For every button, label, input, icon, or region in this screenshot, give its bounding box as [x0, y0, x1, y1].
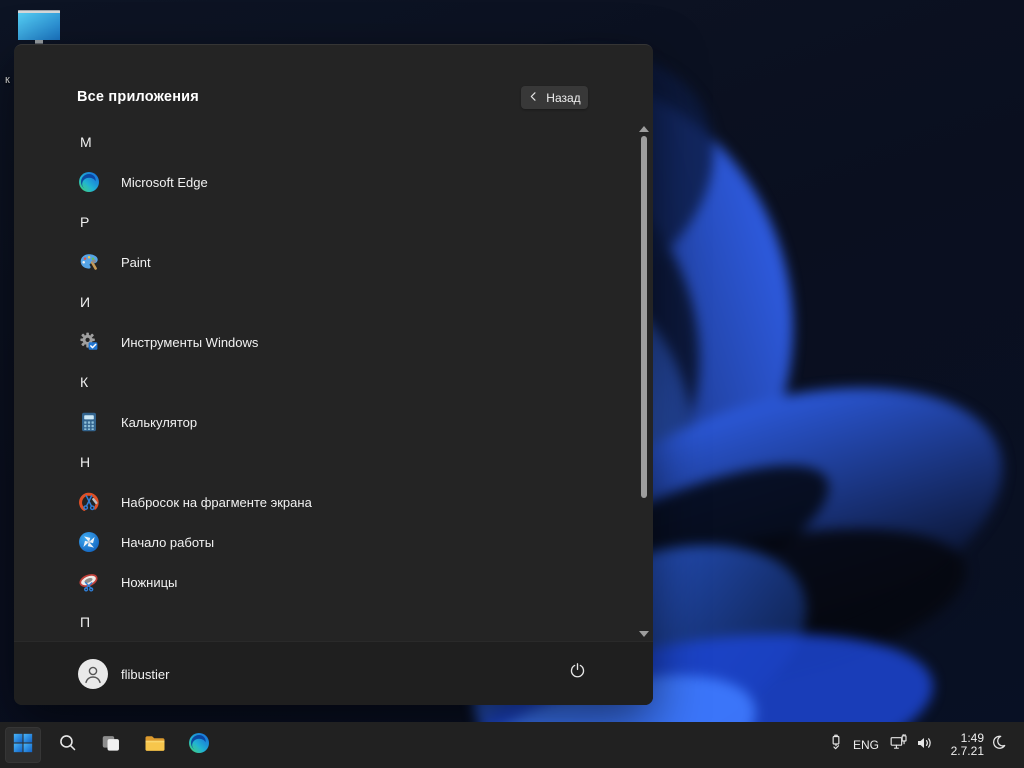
- section-letter[interactable]: И: [14, 282, 628, 322]
- all-apps-title: Все приложения: [77, 89, 199, 105]
- search-button[interactable]: [49, 727, 85, 763]
- section-letter-label: К: [80, 374, 89, 390]
- volume-icon: [915, 733, 935, 758]
- section-letter[interactable]: Р: [14, 202, 628, 242]
- snip-sketch-icon: [77, 490, 101, 514]
- start-menu-footer: flibustier: [14, 641, 653, 705]
- paint-icon: [77, 250, 101, 274]
- volume-tray-button[interactable]: [913, 722, 937, 768]
- usb-device-icon: [826, 733, 846, 758]
- windows-tools-icon: [77, 330, 101, 354]
- power-icon: [568, 661, 587, 685]
- section-letter-label: Н: [80, 454, 91, 470]
- clock[interactable]: 1:49 2.7.21: [938, 722, 984, 768]
- network-icon: [889, 733, 909, 758]
- search-icon: [57, 732, 78, 758]
- this-pc-icon: [17, 9, 61, 45]
- user-account-button[interactable]: flibustier: [78, 659, 169, 689]
- task-view-icon: [100, 732, 122, 759]
- app-item[interactable]: Калькулятор: [14, 402, 628, 442]
- calculator-icon: [77, 410, 101, 434]
- section-letter[interactable]: К: [14, 362, 628, 402]
- scrollbar-down-arrow-icon[interactable]: [639, 631, 649, 637]
- focus-assist-button[interactable]: [986, 722, 1010, 768]
- network-tray-button[interactable]: [887, 722, 911, 768]
- section-letter[interactable]: П: [14, 602, 628, 642]
- scrollbar-up-arrow-icon[interactable]: [639, 126, 649, 132]
- edge-icon: [187, 731, 211, 760]
- app-item[interactable]: Инструменты Windows: [14, 322, 628, 362]
- section-letter-label: П: [80, 614, 91, 630]
- section-letter-label: Р: [80, 214, 90, 230]
- chevron-left-icon: [528, 91, 539, 105]
- section-letter[interactable]: Н: [14, 442, 628, 482]
- start-button[interactable]: [5, 727, 41, 763]
- section-letter[interactable]: М: [14, 122, 628, 162]
- start-menu-panel: Все приложения Назад М Microsoft Edge Р Pai…: [14, 44, 653, 705]
- windows-start-icon: [12, 732, 34, 759]
- desktop-icon-label-fragment: к: [5, 74, 10, 86]
- snipping-tool-icon: [77, 570, 101, 594]
- this-pc-desktop-icon[interactable]: [17, 9, 61, 45]
- file-explorer-button[interactable]: [137, 727, 173, 763]
- edge-icon: [77, 170, 101, 194]
- taskbar-buttons: [5, 727, 217, 763]
- section-letter-label: М: [80, 134, 92, 150]
- app-list: М Microsoft Edge Р Paint И Инструменты Window…: [14, 122, 628, 642]
- back-button-label: Назад: [546, 90, 581, 105]
- app-item[interactable]: Набросок на фрагменте экрана: [14, 482, 628, 522]
- file-explorer-icon: [143, 731, 167, 760]
- section-letter-label: И: [80, 294, 91, 310]
- app-item[interactable]: Ножницы: [14, 562, 628, 602]
- app-item[interactable]: Paint: [14, 242, 628, 282]
- app-item[interactable]: Начало работы: [14, 522, 628, 562]
- usb-tray-button[interactable]: [824, 722, 848, 768]
- user-name: flibustier: [121, 666, 170, 682]
- taskbar: ENG 1:49 2.7.21: [0, 722, 1024, 768]
- edge-button[interactable]: [181, 727, 217, 763]
- clock-date: 2.7.21: [950, 744, 984, 758]
- language-indicator[interactable]: ENG: [850, 722, 882, 768]
- scrollbar-thumb[interactable]: [641, 136, 647, 498]
- clock-time: 1:49: [960, 730, 984, 745]
- night-mode-icon: [989, 733, 1008, 757]
- power-button[interactable]: [559, 655, 595, 691]
- user-avatar-icon: [78, 659, 108, 689]
- task-view-button[interactable]: [93, 727, 129, 763]
- app-item[interactable]: Microsoft Edge: [14, 162, 628, 202]
- scrollbar: [638, 122, 650, 642]
- back-button[interactable]: Назад: [521, 86, 588, 109]
- get-started-icon: [77, 530, 101, 554]
